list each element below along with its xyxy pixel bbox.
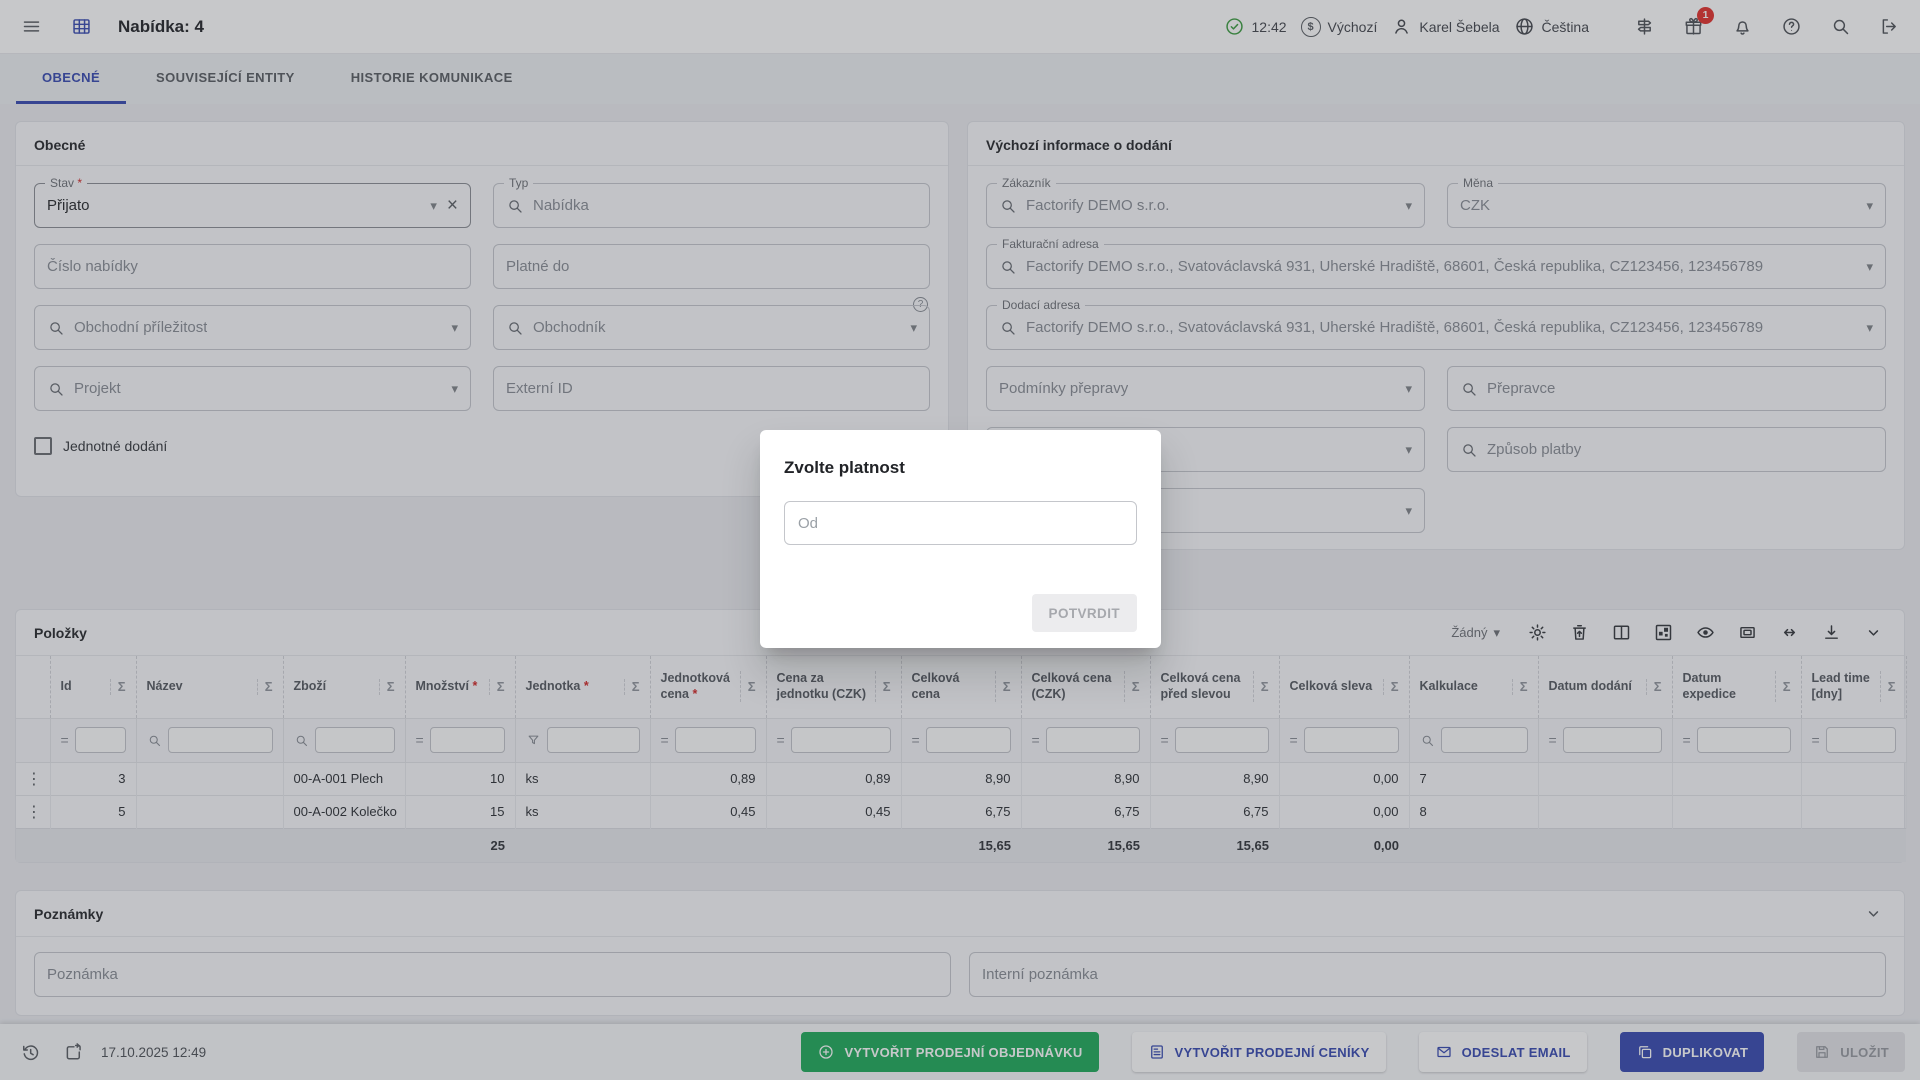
validity-from-input[interactable] <box>784 501 1137 545</box>
choose-validity-dialog: Zvolte platnost POTVRDIT <box>760 430 1161 648</box>
confirm-button[interactable]: POTVRDIT <box>1032 594 1137 632</box>
dialog-title: Zvolte platnost <box>784 458 1137 478</box>
